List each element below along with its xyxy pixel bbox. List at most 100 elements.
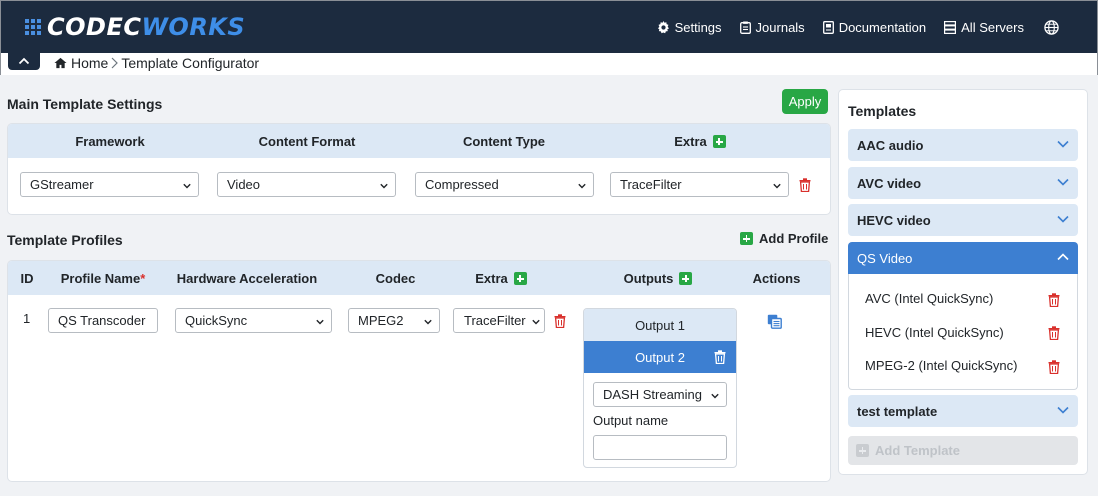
template-child-mpeg2-qs[interactable]: MPEG-2 (Intel QuickSync)	[865, 358, 1017, 373]
templates-title: Templates	[848, 103, 917, 119]
add-profile-button[interactable]: Add Profile	[740, 231, 828, 246]
chevron-down-icon	[1057, 140, 1069, 148]
delete-template-child-icon[interactable]	[1048, 293, 1060, 307]
chevron-down-icon	[380, 183, 388, 189]
delete-template-child-icon[interactable]	[1048, 326, 1060, 340]
nav-all-servers[interactable]: All Servers	[944, 20, 1024, 35]
nav-settings[interactable]: Settings	[657, 20, 722, 35]
row-id: 1	[23, 311, 31, 326]
chevron-down-icon	[532, 319, 540, 325]
main-settings-header: Framework Content Format Content Type Ex…	[8, 124, 830, 158]
plus-icon	[740, 232, 753, 245]
add-profile-label: Add Profile	[759, 231, 829, 246]
template-label: HEVC video	[857, 212, 931, 228]
profile-name-header-label: Profile Name	[60, 271, 141, 286]
brand-logo[interactable]: CODECWORKS	[25, 7, 245, 47]
add-output-icon[interactable]	[679, 272, 693, 285]
output-name-input[interactable]	[593, 435, 727, 460]
brand-part1: CODEC	[47, 13, 142, 41]
content-format-select[interactable]: Video	[217, 172, 396, 197]
delete-output-icon[interactable]	[714, 350, 726, 364]
add-template-label: Add Template	[875, 443, 960, 458]
add-extra-icon[interactable]	[712, 135, 726, 148]
output-2-label: Output 2	[635, 349, 685, 365]
template-hevc-video[interactable]: HEVC video	[848, 204, 1078, 236]
chevron-down-icon	[316, 319, 324, 325]
language-selector[interactable]	[1044, 19, 1059, 35]
hw-accel-select-value: QuickSync	[185, 313, 248, 328]
template-label: AAC audio	[857, 137, 924, 153]
output-1-item[interactable]: Output 1	[584, 309, 736, 341]
delete-profile-extra-icon[interactable]	[554, 314, 566, 328]
apply-button[interactable]: Apply	[782, 89, 828, 114]
breadcrumb-separator-icon	[111, 57, 119, 69]
logo-grid-icon	[25, 19, 41, 35]
gear-icon	[657, 20, 669, 33]
output-type-select-value: DASH Streaming	[603, 387, 702, 402]
template-aac-audio[interactable]: AAC audio	[848, 129, 1078, 161]
chevron-down-icon	[773, 183, 781, 189]
extra-select-value: TraceFilter	[620, 177, 682, 192]
delete-extra-icon[interactable]	[799, 178, 811, 192]
chevron-down-icon	[578, 183, 586, 189]
codec-select[interactable]: MPEG2	[348, 308, 440, 333]
profile-extra-select[interactable]: TraceFilter	[453, 308, 545, 333]
brand-part2: WORKS	[141, 13, 246, 41]
template-label: test template	[857, 403, 938, 419]
output-type-select[interactable]: DASH Streaming	[593, 382, 727, 407]
template-test-template[interactable]: test template	[848, 395, 1078, 427]
template-avc-video[interactable]: AVC video	[848, 167, 1078, 199]
output-name-label: Output name	[593, 413, 669, 428]
clipboard-icon	[739, 21, 751, 34]
chevron-up-icon	[1057, 253, 1069, 261]
top-navbar: CODECWORKS Settings Journals Documentati…	[0, 0, 1098, 53]
profile-extra-header: Extra	[456, 271, 546, 286]
nav-settings-label: Settings	[674, 19, 722, 35]
copy-icon[interactable]	[767, 314, 782, 329]
add-template-button[interactable]: Add Template	[848, 436, 1078, 465]
plus-icon	[856, 444, 869, 457]
outputs-header: Outputs	[608, 271, 708, 286]
extra-header-label: Extra	[674, 134, 707, 149]
delete-template-child-icon[interactable]	[1048, 360, 1060, 374]
nav-journals[interactable]: Journals	[739, 20, 805, 35]
framework-header: Framework	[75, 134, 145, 149]
content-type-select[interactable]: Compressed	[415, 172, 594, 197]
content-type-header: Content Type	[462, 134, 546, 149]
breadcrumb-home[interactable]: Home	[71, 55, 108, 71]
nav-documentation[interactable]: Documentation	[822, 20, 926, 35]
add-profile-extra-icon[interactable]	[513, 272, 527, 285]
collapse-header-button[interactable]	[8, 52, 40, 70]
chevron-down-icon	[1057, 406, 1069, 414]
codec-select-value: MPEG2	[358, 313, 404, 328]
output-2-item[interactable]: Output 2	[584, 341, 736, 373]
main-settings-title: Main Template Settings	[7, 96, 163, 112]
nav-links: Settings Journals Documentation All Serv…	[639, 20, 1059, 35]
actions-header: Actions	[752, 271, 801, 286]
chevron-down-icon	[1057, 215, 1069, 223]
breadcrumb: Home Template Configurator	[54, 55, 259, 71]
required-mark: *	[140, 271, 146, 286]
chevron-down-icon	[183, 183, 191, 189]
content-type-select-value: Compressed	[425, 177, 499, 192]
template-qs-video[interactable]: QS Video	[848, 242, 1078, 274]
profile-extra-header-label: Extra	[475, 271, 508, 286]
home-icon	[54, 57, 67, 69]
chevron-up-icon	[18, 57, 30, 65]
extra-select[interactable]: TraceFilter	[610, 172, 789, 197]
content-format-select-value: Video	[227, 177, 261, 192]
nav-all-servers-label: All Servers	[961, 19, 1024, 35]
profile-name-input[interactable]: QS Transcoder	[48, 308, 158, 333]
outputs-accordion: Output 1 Output 2 DASH Streaming Output …	[583, 308, 737, 468]
template-child-hevc-qs[interactable]: HEVC (Intel QuickSync)	[865, 325, 1004, 340]
chevron-down-icon	[711, 393, 719, 399]
extra-header: Extra	[610, 134, 790, 149]
content-format-header: Content Format	[258, 134, 356, 149]
hw-accel-select[interactable]: QuickSync	[175, 308, 332, 333]
document-icon	[822, 20, 834, 34]
template-label: QS Video	[857, 250, 913, 266]
template-child-avc-qs[interactable]: AVC (Intel QuickSync)	[865, 291, 993, 306]
main-content: Main Template Settings Apply Framework C…	[0, 75, 836, 496]
framework-select[interactable]: GStreamer	[20, 172, 199, 197]
hw-accel-header: Hardware Acceleration	[176, 271, 318, 286]
